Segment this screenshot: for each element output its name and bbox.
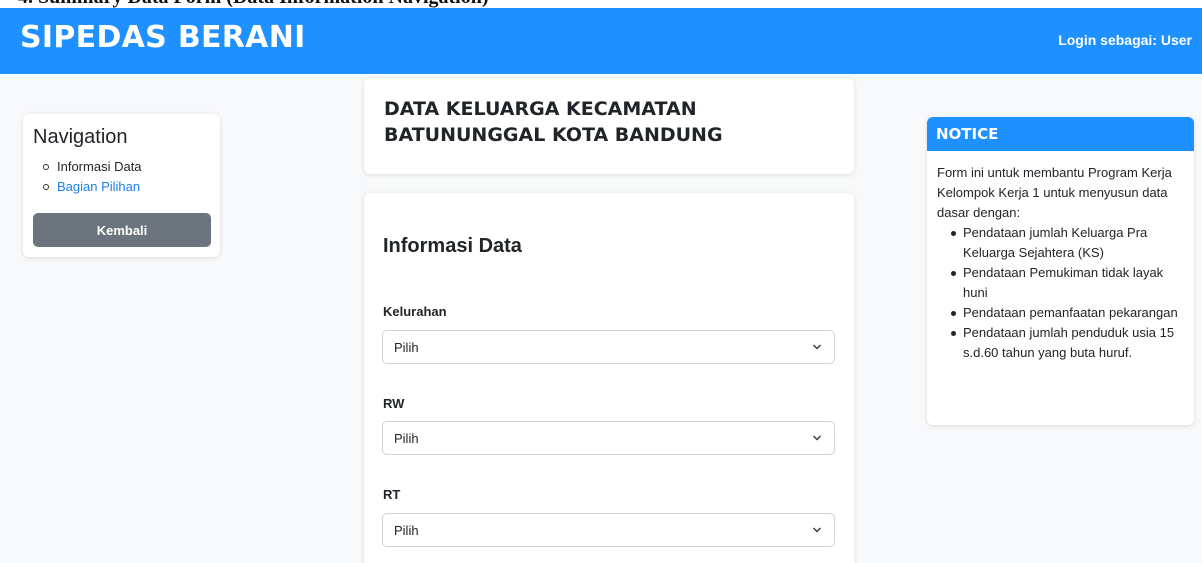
login-status: Login sebagai: User (1058, 32, 1192, 48)
notice-list: Pendataan jumlah Keluarga Pra Keluarga S… (937, 223, 1184, 363)
chevron-down-icon (813, 344, 821, 350)
brand-logo[interactable]: SIPEDAS BERANI (20, 20, 306, 55)
caption-text: 4. Summary Data Form (Data Information N… (18, 0, 489, 8)
title-card: DATA KELUARGA KECAMATAN BATUNUNGGAL KOTA… (364, 78, 854, 174)
notice-title: NOTICE (927, 117, 1194, 151)
kelurahan-label: Kelurahan (383, 304, 447, 319)
navigation-title: Navigation (33, 126, 128, 148)
nav-link-bagian-pilihan[interactable]: Bagian Pilihan (57, 177, 140, 197)
notice-item: Pendataan jumlah penduduk usia 15 s.d.60… (951, 323, 1184, 363)
nav-item-bagian-pilihan[interactable]: Bagian Pilihan (43, 177, 210, 197)
page: 4. Summary Data Form (Data Information N… (0, 0, 1202, 563)
page-title: DATA KELUARGA KECAMATAN BATUNUNGGAL KOTA… (384, 98, 723, 146)
back-button[interactable]: Kembali (33, 213, 211, 247)
form-card: Informasi Data Kelurahan Pilih RW Pilih … (364, 193, 854, 563)
nav-item-informasi-data[interactable]: Informasi Data (43, 157, 210, 177)
chevron-down-icon (813, 527, 821, 533)
rw-select-value: Pilih (394, 430, 419, 446)
kelurahan-select[interactable]: Pilih (382, 330, 835, 364)
circle-bullet-icon (43, 164, 49, 170)
navbar: SIPEDAS BERANI Login sebagai: User (0, 8, 1202, 74)
notice-intro: Form ini untuk membantu Program Kerja Ke… (937, 165, 1172, 220)
notice-item: Pendataan Pemukiman tidak layak huni (951, 263, 1184, 303)
navigation-card: Navigation Informasi Data Bagian Pilihan… (23, 114, 220, 257)
chevron-down-icon (813, 435, 821, 441)
rt-select-value: Pilih (394, 522, 419, 538)
rt-select[interactable]: Pilih (382, 513, 835, 547)
notice-item: Pendataan pemanfaatan pekarangan (951, 303, 1184, 323)
nav-item-label: Informasi Data (57, 159, 142, 174)
caption-strip: 4. Summary Data Form (Data Information N… (0, 0, 1202, 8)
kelurahan-select-value: Pilih (394, 339, 419, 355)
notice-card: NOTICE Form ini untuk membantu Program K… (927, 117, 1194, 425)
circle-bullet-icon (43, 184, 49, 190)
form-heading: Informasi Data (383, 235, 522, 257)
rw-select[interactable]: Pilih (382, 421, 835, 455)
notice-item: Pendataan jumlah Keluarga Pra Keluarga S… (951, 223, 1184, 263)
navigation-list: Informasi Data Bagian Pilihan (43, 157, 210, 197)
rt-label: RT (383, 487, 401, 502)
notice-body: Form ini untuk membantu Program Kerja Ke… (927, 151, 1194, 363)
rw-label: RW (383, 396, 405, 411)
